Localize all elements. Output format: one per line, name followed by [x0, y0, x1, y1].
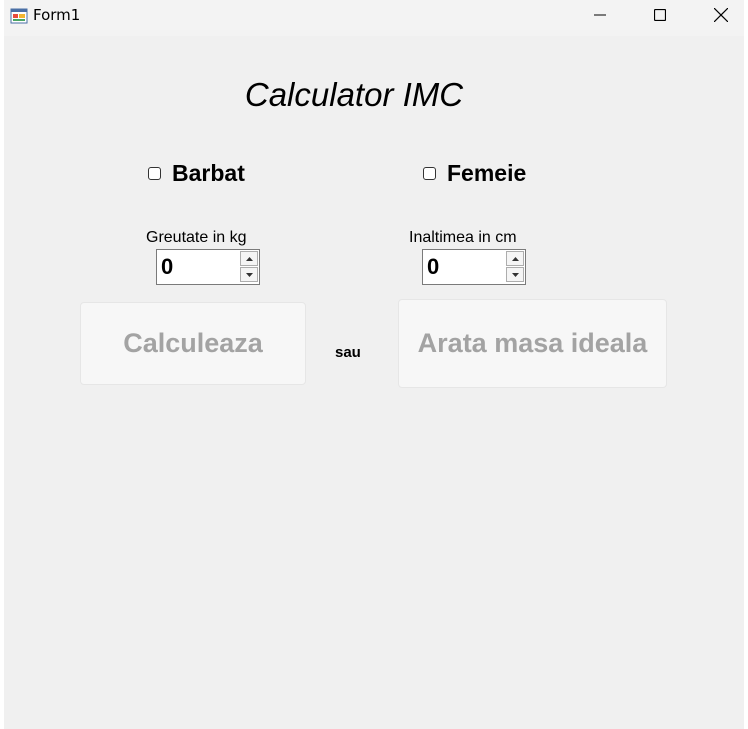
greutate-stepper-buttons [240, 251, 258, 283]
barbat-checkbox[interactable]: Barbat [148, 160, 245, 187]
arrow-up-icon [245, 256, 253, 261]
greutate-increment-button[interactable] [240, 251, 258, 266]
greutate-stepper[interactable]: 0 [156, 249, 260, 285]
arrow-down-icon [245, 272, 253, 277]
title-bar[interactable]: Form1 [4, 0, 744, 36]
femeie-label[interactable]: Femeie [447, 160, 526, 187]
app-form-icon [10, 8, 28, 24]
close-button[interactable] [698, 0, 744, 30]
barbat-label[interactable]: Barbat [172, 160, 245, 187]
separator-label: sau [335, 344, 361, 361]
inaltime-stepper[interactable]: 0 [422, 249, 526, 285]
femeie-checkbox-box[interactable] [423, 167, 436, 180]
maximize-icon [654, 9, 666, 21]
inaltime-increment-button[interactable] [506, 251, 524, 266]
femeie-checkbox[interactable]: Femeie [423, 160, 526, 187]
maximize-button[interactable] [637, 0, 683, 30]
inaltime-value[interactable]: 0 [427, 254, 439, 280]
close-icon [714, 8, 728, 22]
greutate-value[interactable]: 0 [161, 254, 173, 280]
calculeaza-button[interactable]: Calculeaza [80, 302, 306, 385]
inaltime-stepper-buttons [506, 251, 524, 283]
window-title: Form1 [33, 6, 81, 24]
minimize-button[interactable] [577, 0, 623, 30]
inaltime-label: Inaltimea in cm [409, 229, 517, 246]
form-window: Form1 Calculator IMC Barbat Femeie Greut… [4, 0, 744, 729]
page-title: Calculator IMC [244, 76, 464, 113]
minimize-icon [594, 14, 606, 16]
arrow-up-icon [511, 256, 519, 261]
arrow-down-icon [511, 272, 519, 277]
greutate-label: Greutate in kg [146, 229, 247, 246]
greutate-decrement-button[interactable] [240, 267, 258, 282]
barbat-checkbox-box[interactable] [148, 167, 161, 180]
inaltime-decrement-button[interactable] [506, 267, 524, 282]
arata-masa-ideala-button[interactable]: Arata masa ideala [398, 299, 667, 388]
